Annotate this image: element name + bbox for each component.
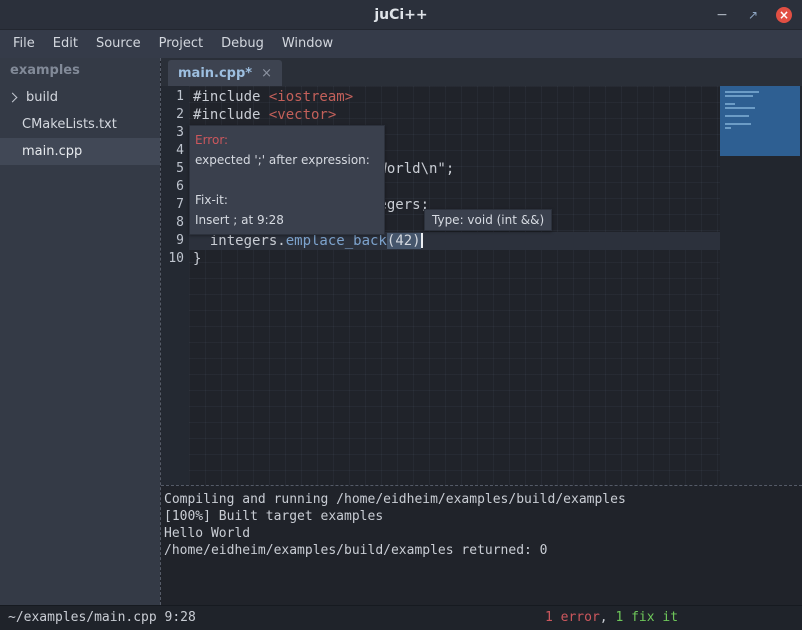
terminal-line: /home/eidheim/examples/build/examples re…	[164, 542, 800, 559]
tab-bar: main.cpp* ×	[161, 58, 802, 86]
menu-debug[interactable]: Debug	[212, 30, 273, 58]
line-number: 7	[161, 196, 189, 214]
tooltip-error-label: Error:	[195, 130, 379, 150]
sidebar-divider[interactable]	[160, 58, 161, 605]
line-number-gutter: 12345678910	[161, 86, 189, 485]
tooltip-line: Fix-it:	[195, 190, 379, 210]
line-number: 10	[161, 250, 189, 268]
menu-file[interactable]: File	[4, 30, 44, 58]
titlebar[interactable]: juCi++ − ↗ ×	[0, 0, 802, 30]
minimap-code-line	[725, 107, 755, 109]
terminal-line: Compiling and running /home/eidheim/exam…	[164, 491, 800, 508]
app-window: juCi++ − ↗ × FileEditSourceProjectDebugW…	[0, 0, 802, 630]
tab-label: main.cpp*	[178, 66, 252, 81]
line-number: 8	[161, 214, 189, 232]
sidebar-item-cmakelists-txt[interactable]: CMakeLists.txt	[0, 111, 160, 138]
minimap-code-line	[725, 103, 735, 105]
terminal-output[interactable]: Compiling and running /home/eidheim/exam…	[161, 485, 802, 605]
error-count[interactable]: 1 error	[545, 610, 600, 625]
window-controls: − ↗ ×	[714, 0, 792, 30]
chevron-right-icon[interactable]	[8, 93, 18, 103]
line-number: 2	[161, 106, 189, 124]
sidebar-item-label: main.cpp	[22, 144, 82, 159]
menu-source[interactable]: Source	[87, 30, 150, 58]
code-token: )	[412, 233, 420, 249]
terminal-line: [100%] Built target examples	[164, 508, 800, 525]
code-token: emplace_back	[286, 233, 387, 249]
code-line-1[interactable]: #include <iostream>	[189, 88, 720, 106]
sidebar-item-label: build	[26, 90, 58, 105]
line-number: 5	[161, 160, 189, 178]
code-line-10[interactable]: }	[189, 250, 720, 268]
overview-column	[720, 86, 802, 485]
line-number: 9	[161, 232, 189, 250]
diagnostic-tooltip: Error:expected ';' after expression: Fix…	[189, 125, 385, 235]
menubar: FileEditSourceProjectDebugWindow	[0, 30, 802, 58]
menu-window[interactable]: Window	[273, 30, 342, 58]
window-title: juCi++	[374, 7, 427, 23]
code-token: integers.	[193, 233, 286, 249]
minimap-code-line	[725, 123, 751, 125]
tooltip-line	[195, 170, 379, 190]
line-number: 1	[161, 88, 189, 106]
fixit-count[interactable]: 1 fix it	[615, 610, 678, 625]
sidebar-item-main-cpp[interactable]: main.cpp	[0, 138, 160, 165]
menu-project[interactable]: Project	[150, 30, 212, 58]
tab-close-icon[interactable]: ×	[261, 67, 272, 80]
terminal-line: Hello World	[164, 525, 800, 542]
sidebar-item-label: CMakeLists.txt	[22, 117, 117, 132]
code-token: <iostream>	[269, 89, 353, 105]
type-tooltip-text: Type: void (int &&)	[432, 213, 544, 227]
minimap[interactable]	[720, 86, 800, 156]
code-editor[interactable]: 12345678910 #include <iostream>#include …	[161, 86, 802, 485]
line-number: 3	[161, 124, 189, 142]
tooltip-line: Insert ; at 9:28	[195, 210, 379, 230]
minimize-icon[interactable]: −	[714, 7, 730, 23]
project-name-header: examples	[0, 58, 160, 84]
menu-edit[interactable]: Edit	[44, 30, 87, 58]
minimap-code-line	[725, 95, 753, 97]
line-number: 4	[161, 142, 189, 160]
file-tree-sidebar[interactable]: examples build CMakeLists.txt main.cpp	[0, 58, 160, 605]
status-bar: ~/examples/main.cpp 9:28 1 error, 1 fix …	[0, 605, 802, 630]
code-token: #include	[193, 107, 269, 123]
tab-main-cpp[interactable]: main.cpp* ×	[168, 60, 282, 86]
code-line-2[interactable]: #include <vector>	[189, 106, 720, 124]
minimap-code-line	[725, 91, 759, 93]
tooltip-line: expected ';' after expression:	[195, 150, 379, 170]
status-file-position: ~/examples/main.cpp 9:28	[8, 606, 196, 630]
file-tree: build CMakeLists.txt main.cpp	[0, 84, 160, 165]
line-number: 6	[161, 178, 189, 196]
sidebar-item-build[interactable]: build	[0, 84, 160, 111]
status-diagnostics: 1 error, 1 fix it	[545, 606, 678, 630]
close-icon[interactable]: ×	[776, 7, 792, 23]
code-token: <vector>	[269, 107, 336, 123]
maximize-icon[interactable]: ↗	[745, 7, 761, 23]
minimap-code-line	[725, 127, 731, 129]
status-separator: ,	[600, 610, 616, 625]
code-token: }	[193, 251, 201, 267]
minimap-code-line	[725, 115, 749, 117]
text-cursor	[421, 233, 423, 248]
type-tooltip: Type: void (int &&)	[424, 209, 552, 231]
code-token: #include	[193, 89, 269, 105]
code-token: 42	[395, 233, 412, 249]
